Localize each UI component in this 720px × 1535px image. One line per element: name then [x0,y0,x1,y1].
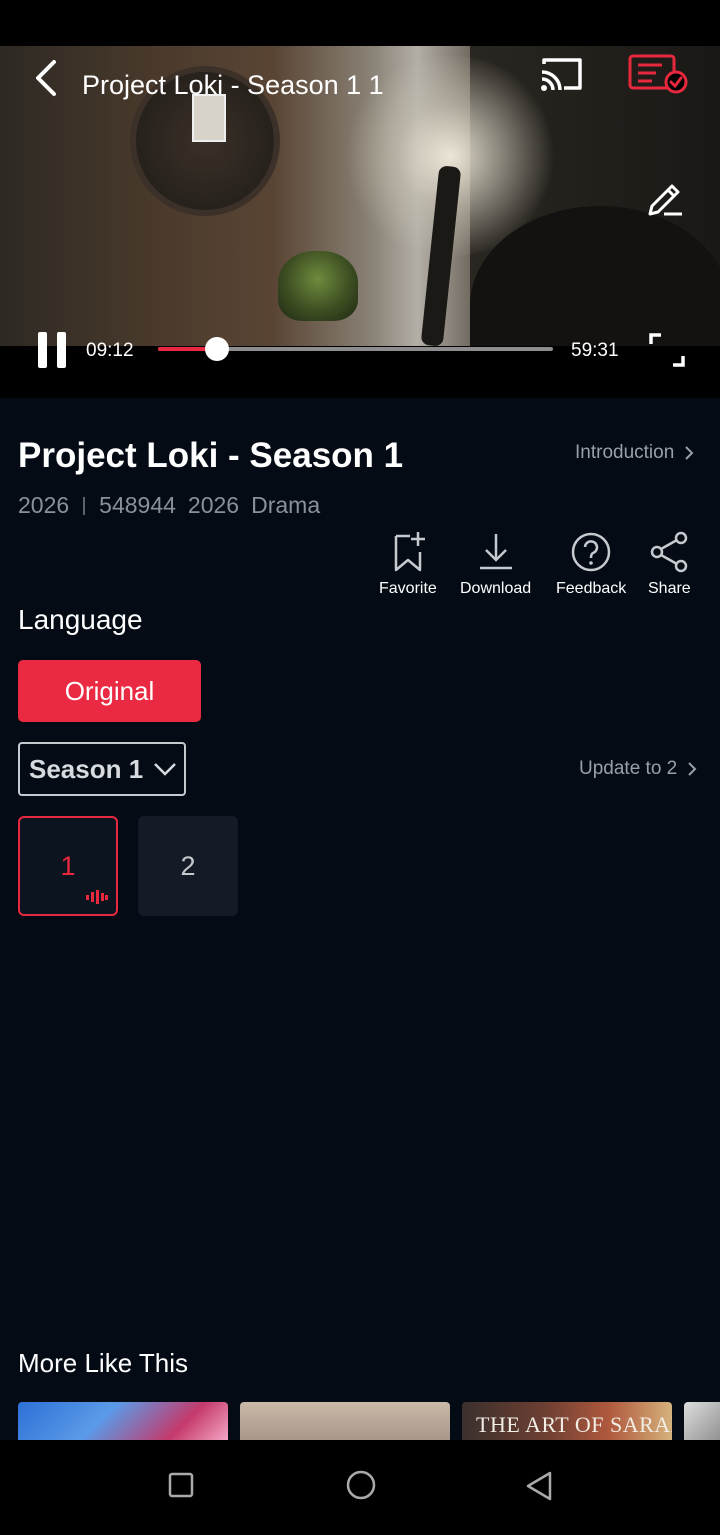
language-original-button[interactable]: Original [18,660,201,722]
progress-thumb[interactable] [205,337,230,361]
feedback-button[interactable]: Feedback [556,530,626,598]
total-time: 59:31 [571,340,619,361]
bookmark-plus-icon [394,532,425,572]
language-heading: Language [18,604,143,635]
meta-divider [83,496,86,515]
now-playing-icon [86,890,108,904]
introduction-label: Introduction [575,442,675,463]
share-button[interactable]: Share [648,530,691,598]
more-like-this-row: THE ART OF SARAH [0,1402,720,1440]
introduction-link[interactable]: Introduction [575,442,694,464]
favorite-label: Favorite [379,580,437,597]
meta-genre: Drama [251,492,321,518]
fullscreen-icon[interactable] [648,332,686,368]
system-nav-bar [0,1440,720,1535]
back-arrow-icon[interactable] [30,58,66,98]
recommendation-thumbnail[interactable]: THE ART OF SARAH [462,1402,672,1440]
episode-button-2[interactable]: 2 [138,816,238,916]
current-time: 09:12 [86,340,134,361]
meta-views: 548944 [99,492,176,518]
season-selected: Season 1 [29,753,144,784]
show-title: Project Loki - Season 1 [18,436,404,475]
download-label: Download [460,580,532,597]
meta-year: 2026 [18,492,70,518]
home-icon[interactable] [344,1468,378,1502]
recent-apps-icon[interactable] [166,1470,196,1500]
season-dropdown[interactable]: Season 1 [18,742,186,796]
player-top-bar: Project Loki - Season 1 1 [0,46,720,110]
episode-list-icon[interactable] [626,52,690,98]
update-label: Update to 2 [579,758,678,779]
pause-icon[interactable] [36,332,68,368]
thumbnail-title: THE ART OF SARAH [476,1412,672,1437]
share-icon [651,531,688,573]
chevron-down-icon [154,763,177,776]
favorite-button[interactable]: Favorite [379,530,437,598]
action-row: Favorite Download Feedback Share [0,530,720,602]
recommendation-thumbnail[interactable] [240,1402,450,1440]
episode-number: 2 [180,850,196,881]
edit-pencil-icon[interactable] [644,176,686,218]
cast-icon[interactable] [538,54,586,94]
more-like-this-heading: More Like This [18,1348,189,1378]
recommendation-thumbnail[interactable] [18,1402,228,1440]
episode-number: 1 [60,850,76,881]
meta-release-year: 2026 [187,492,240,518]
player-controls: 09:12 59:31 [0,326,720,370]
video-scene-plant [278,251,358,321]
download-button[interactable]: Download [460,530,531,598]
share-label: Share [648,580,691,597]
back-nav-icon[interactable] [524,1470,554,1502]
chevron-right-icon [685,446,694,460]
episode-button-1[interactable]: 1 [18,816,118,916]
player-title: Project Loki - Season 1 1 [82,70,384,100]
update-link[interactable]: Update to 2 [579,758,697,780]
recommendation-thumbnail[interactable] [684,1402,720,1440]
question-icon [571,532,611,572]
progress-bar[interactable] [158,337,553,361]
status-bar [0,0,720,46]
chevron-right-icon [688,762,697,776]
show-meta: 2026 548944 2026 Drama [18,492,320,519]
download-icon [479,534,512,570]
feedback-label: Feedback [556,580,627,597]
video-player[interactable]: Project Loki - Season 1 1 09:12 59:31 [0,46,720,398]
